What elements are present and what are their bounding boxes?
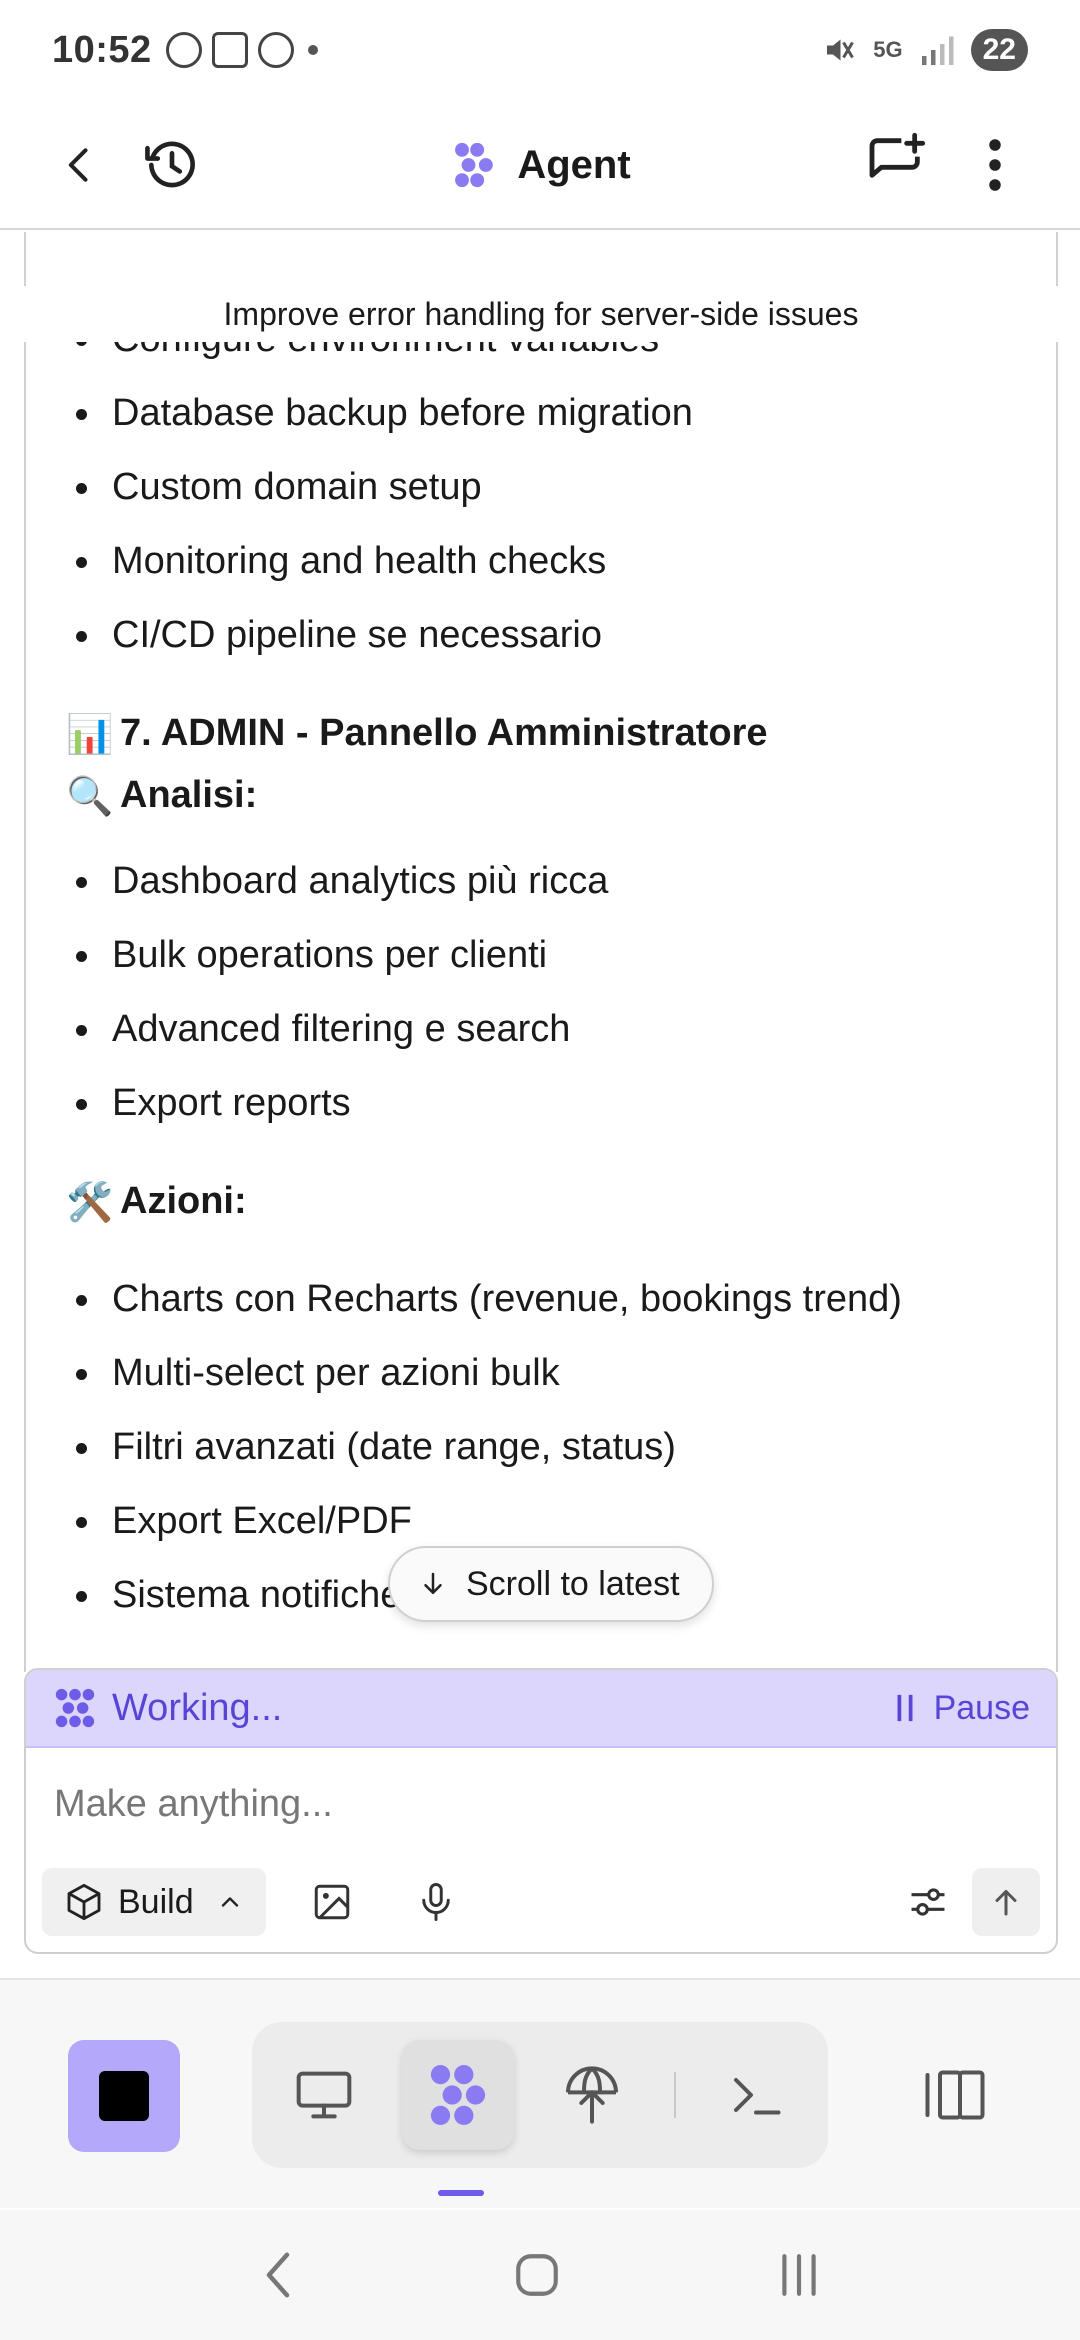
subheading-analysis: 🔍 Analisi: (66, 764, 1026, 826)
list-item: Monitoring and health checks (66, 524, 1026, 598)
list-item: Custom domain setup (66, 450, 1026, 524)
magnifier-icon: 🔍 (66, 775, 114, 818)
history-icon (145, 141, 195, 188)
network-type: 5G (873, 37, 903, 62)
signal-icon (921, 36, 954, 65)
bar-chart-icon: 📊 (66, 713, 114, 756)
sliders-icon (911, 1888, 945, 1916)
microphone-icon (421, 1883, 450, 1921)
terminal-icon (734, 2078, 781, 2115)
subheading-text: Analisi: (120, 774, 258, 816)
toggle-layout-button[interactable] (914, 2060, 996, 2130)
section-heading-text: 7. ADMIN - Pannello Amministratore (120, 712, 768, 754)
tab-shell[interactable] (700, 2040, 812, 2150)
agent-logo-icon (430, 2064, 486, 2126)
send-button[interactable] (972, 1868, 1040, 1936)
screenshot-icon (211, 32, 248, 68)
agent-logo-icon (455, 142, 494, 188)
agent-working-icon (55, 1688, 95, 1728)
battery-indicator: 22 (970, 29, 1028, 71)
list-item: Bulk operations per clienti (66, 918, 1026, 992)
agent-message: Configure environment variables Database… (66, 318, 1026, 1632)
list-item: Filtri avanzati (date range, status) (66, 1410, 1026, 1484)
new-chat-button[interactable] (856, 122, 936, 202)
monitor-icon (296, 2071, 352, 2119)
composer: Working... Pause Make anything... Build (24, 1668, 1058, 1954)
chevron-left-icon (68, 148, 88, 182)
active-tab-indicator (438, 2190, 484, 2196)
list-item: Dashboard analytics più ricca (66, 844, 1026, 918)
scroll-to-latest-button[interactable]: Scroll to latest (388, 1546, 714, 1622)
more-notifications-dot (307, 45, 318, 55)
deploy-list: Configure environment variables Database… (66, 302, 1026, 672)
nav-home-icon[interactable] (512, 2250, 562, 2300)
tab-divider (674, 2072, 676, 2118)
stop-icon (99, 2071, 149, 2121)
cube-icon (67, 1883, 101, 1921)
list-item: Export reports (66, 1066, 1026, 1140)
more-vertical-icon (989, 139, 1001, 191)
history-button[interactable] (132, 125, 212, 205)
image-icon (314, 1884, 349, 1920)
tab-preview[interactable] (268, 2040, 380, 2150)
stop-button[interactable] (68, 2040, 180, 2152)
list-item: Database backup before migration (66, 376, 1026, 450)
list-item: Charts con Recharts (revenue, bookings t… (66, 1262, 1026, 1336)
working-status-bar: Working... Pause (26, 1670, 1056, 1748)
deploy-icon (566, 2066, 618, 2124)
status-time: 10:52 (52, 28, 152, 71)
mode-selector[interactable]: Build (42, 1868, 266, 1936)
tools-icon: 🛠️ (66, 1181, 114, 1224)
chevron-up-icon (221, 1897, 238, 1907)
mute-icon (827, 39, 855, 61)
prompt-input[interactable]: Make anything... (26, 1748, 1056, 1860)
composer-toolbar: Build (42, 1868, 1040, 1936)
more-options-button[interactable] (955, 125, 1035, 205)
nav-back-icon[interactable] (256, 2248, 300, 2302)
arrow-down-icon (424, 1572, 442, 1594)
split-view-icon (925, 2070, 985, 2120)
app-header: Agent (0, 100, 1080, 230)
subheading-text: Azioni: (120, 1180, 247, 1222)
voice-input-button[interactable] (402, 1868, 470, 1936)
status-bar: 10:52 5G 22 (0, 0, 1080, 100)
system-navigation-bar (0, 2210, 1080, 2340)
tab-deployments[interactable] (536, 2040, 648, 2150)
list-item: Multi-select per azioni bulk (66, 1336, 1026, 1410)
working-status-text: Working... (112, 1686, 283, 1729)
tab-agent[interactable] (402, 2040, 514, 2150)
subheading-actions: 🛠️ Azioni: (66, 1170, 1026, 1232)
header-title: Agent (517, 142, 631, 187)
new-chat-icon (869, 132, 926, 178)
section-heading-admin: 📊 7. ADMIN - Pannello Amministratore (66, 702, 1026, 764)
analysis-list: Dashboard analytics più ricca Bulk opera… (66, 844, 1026, 1140)
settings-button[interactable] (894, 1868, 962, 1936)
scroll-to-latest-label: Scroll to latest (466, 1564, 680, 1603)
pause-button[interactable]: Pause (894, 1689, 1030, 1728)
arrow-up-icon (995, 1890, 1017, 1916)
pause-icon (897, 1694, 913, 1722)
task-title: Improve error handling for server-side i… (24, 286, 1058, 342)
back-button[interactable] (40, 125, 120, 205)
whatsapp-icon (165, 32, 202, 68)
bottom-dock (0, 1978, 1080, 2208)
attach-image-button[interactable] (298, 1868, 366, 1936)
notification-icons (165, 32, 294, 68)
list-item: Advanced filtering e search (66, 992, 1026, 1066)
chat-scroll-area[interactable]: Configure environment variables Database… (24, 232, 1058, 1672)
workspace-tabs (252, 2022, 828, 2168)
nav-recents-icon[interactable] (774, 2250, 824, 2300)
whatsapp-icon (257, 32, 294, 68)
mode-label: Build (118, 1882, 194, 1921)
pause-label: Pause (933, 1688, 1030, 1727)
list-item: CI/CD pipeline se necessario (66, 598, 1026, 672)
